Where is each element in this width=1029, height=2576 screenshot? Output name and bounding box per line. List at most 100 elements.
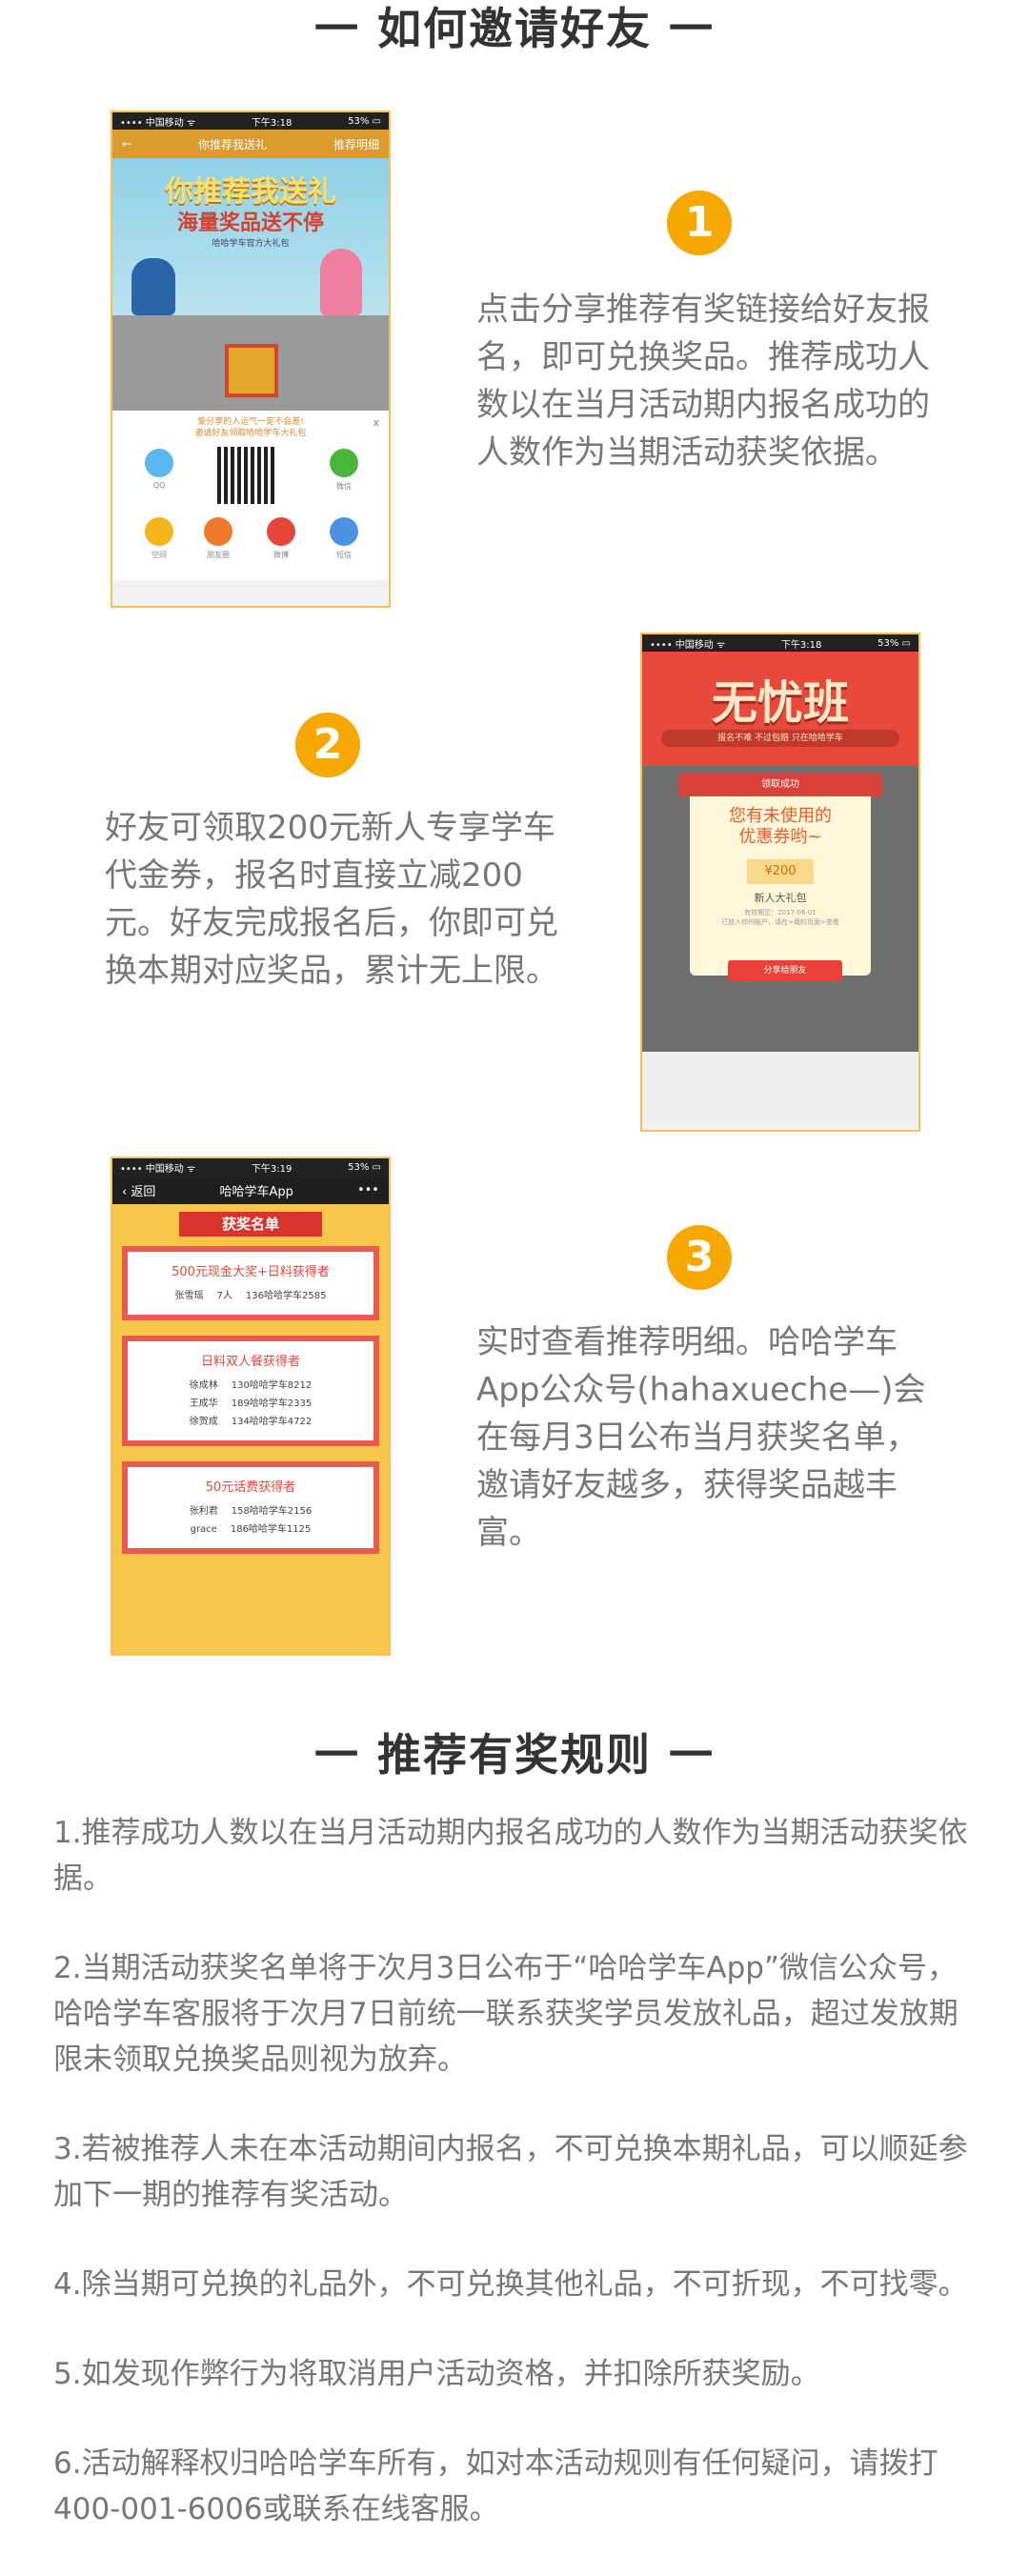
qr-code: [217, 447, 274, 504]
winners-banner: 获奖名单: [179, 1212, 322, 1237]
winner-name: 徐贺成: [189, 1417, 218, 1427]
ribbon-label: 领取成功: [678, 774, 882, 796]
winner-phone: 134哈哈学车4722: [231, 1417, 313, 1427]
screenshot-share-page: •••• 中国移动 ᯤ 下午3:18 53% ▭ ← 你推荐我送礼 推荐明细 你…: [111, 111, 391, 608]
sms-icon[interactable]: [330, 517, 358, 546]
hero-subtitle: 海量奖品送不停: [176, 211, 324, 235]
nav-title: 你推荐我送礼: [198, 137, 268, 151]
status-time: 下午3:18: [780, 639, 822, 651]
tab-bar: [642, 1052, 918, 1123]
winners-card: 日料双人餐获得者 徐成林 130哈哈学车8212 王成华 189哈哈学车2335…: [122, 1336, 379, 1446]
card-title: 500元现金大奖+日料获得者: [172, 1265, 330, 1279]
battery-text: 53% ▭: [878, 637, 911, 649]
rule-item: 1.推荐成功人数以在当月活动期内报名成功的人数作为当期活动获奖依据。: [53, 1816, 968, 1896]
winner-phone: 158哈哈学车2156: [231, 1506, 313, 1517]
moments-label: 朋友圈: [207, 551, 230, 559]
hero-banner: 你推荐我送礼 海量奖品送不停 哈哈学车官方大礼包: [112, 158, 389, 315]
winner-name: grace: [190, 1524, 217, 1535]
step-text-2: 好友可领取200元新人专享学车代金券，报名时直接立减200元。好友完成报名后，你…: [105, 809, 558, 990]
section-title-invite: 一 如何邀请好友 一: [313, 3, 716, 54]
winner-name: 张利君: [189, 1506, 218, 1517]
winner-phone: 136哈哈学车2585: [245, 1291, 327, 1301]
winner-count: 7人: [216, 1291, 232, 1301]
winner-name: 张雪瑶: [174, 1291, 204, 1301]
step-number-3: 3: [667, 1225, 732, 1290]
winners-card: 500元现金大奖+日料获得者 张雪瑶 7人 136哈哈学车2585: [122, 1246, 379, 1320]
wechat-icon[interactable]: [330, 449, 358, 477]
hero-note: 哈哈学车官方大礼包: [212, 239, 290, 249]
rules-list: 1.推荐成功人数以在当月活动期内报名成功的人数作为当期活动获奖依据。 2.当期活…: [53, 1810, 968, 2576]
coupon-modal: 领取成功 您有未使用的 优惠券哟~ ¥200 新人大礼包 有效期至：2017-0…: [678, 774, 882, 981]
rule-item: 4.除当期可兑换的礼品外，不可兑换其他礼品，不可折现，不可找零。: [53, 2267, 968, 2302]
modal-title: 您有未使用的 优惠券哟~: [729, 806, 832, 847]
coupon-value: ¥200: [747, 859, 814, 884]
girl-illustration: [320, 249, 362, 315]
winner-row: 张雪瑶 7人 136哈哈学车2585: [135, 1287, 366, 1305]
modal-overlay: 领取成功 您有未使用的 优惠券哟~ ¥200 新人大礼包 有效期至：2017-0…: [642, 766, 918, 1052]
coupon-note: 有效期至：2017-06-01 已放入你的账户，请在>我的页面>查看: [721, 909, 839, 926]
carrier-text: •••• 中国移动 ᯤ: [120, 1163, 196, 1175]
more-icon[interactable]: •••: [357, 1183, 379, 1197]
nav-bar: ‹ 返回 哈哈学车App •••: [112, 1176, 389, 1204]
package-label: 新人大礼包: [754, 892, 807, 904]
card-title: 日料双人餐获得者: [200, 1355, 300, 1369]
battery-text: 53% ▭: [348, 115, 381, 127]
hero-title: 你推荐我送礼: [165, 175, 336, 209]
rule-item: 3.若被推荐人未在本活动期间内报名，不可兑换本期礼品，可以顺延参加下一期的推荐有…: [53, 2132, 968, 2212]
winner-row: 王成华 189哈哈学车2335: [135, 1395, 366, 1413]
sms-label: 短信: [336, 551, 352, 559]
overlay-area: [112, 315, 389, 411]
winner-row: 徐成林 130哈哈学车8212: [135, 1377, 366, 1395]
winners-card: 50元话费获得者 张利君 158哈哈学车2156 grace 186哈哈学车11…: [122, 1461, 379, 1554]
gift-box-icon: [225, 344, 278, 397]
section-title-rules: 一 推荐有奖规则 一: [313, 1729, 716, 1781]
carrier-text: •••• 中国移动 ᯤ: [120, 117, 196, 129]
card-title: 50元话费获得者: [205, 1480, 296, 1495]
screenshot-winners-page: •••• 中国移动 ᯤ 下午3:19 53% ▭ ‹ 返回 哈哈学车App ••…: [111, 1157, 391, 1656]
status-time: 下午3:18: [251, 117, 293, 129]
hero-banner: 无忧班 报名不难 不过包赔 只在哈哈学车: [642, 652, 918, 766]
weibo-icon[interactable]: [267, 517, 295, 546]
rule-item: 6.活动解释权归哈哈学车所有，如对本活动规则有任何疑问，请拨打400-001-6…: [53, 2446, 938, 2526]
carrier-text: •••• 中国移动 ᯤ: [650, 639, 726, 651]
recommend-detail-link[interactable]: 推荐明细: [333, 136, 379, 152]
hero-title: 无忧班: [711, 676, 849, 730]
status-bar: •••• 中国移动 ᯤ 下午3:18 53% ▭: [112, 112, 389, 130]
qzone-label: 空间: [151, 551, 167, 559]
winners-list: 获奖名单 500元现金大奖+日料获得者 张雪瑶 7人 136哈哈学车2585 日…: [112, 1204, 389, 1654]
status-bar: •••• 中国移动 ᯤ 下午3:18 53% ▭: [642, 634, 918, 652]
winner-row: 徐贺成 134哈哈学车4722: [135, 1413, 366, 1431]
step-number-1: 1: [667, 191, 732, 255]
qq-icon[interactable]: [145, 449, 173, 477]
screenshot-coupon-page: •••• 中国移动 ᯤ 下午3:18 53% ▭ 无忧班 报名不难 不过包赔 只…: [640, 633, 920, 1132]
winner-phone: 189哈哈学车2335: [231, 1399, 313, 1409]
wechat-label: 微信: [336, 482, 352, 491]
moments-icon[interactable]: [204, 517, 232, 546]
close-icon[interactable]: x: [373, 416, 379, 429]
winner-name: 徐成林: [189, 1380, 218, 1391]
back-arrow-icon[interactable]: ←: [122, 137, 131, 151]
step-text-1: 点击分享推荐有奖链接给好友报名，即可兑换奖品。推荐成功人数以在当月活动期内报名成…: [476, 291, 930, 472]
rule-item: 5.如发现作弊行为将取消用户活动资格，并扣除所获奖励。: [53, 2357, 820, 2391]
share-friend-button[interactable]: 分享给朋友: [728, 960, 842, 981]
winner-row: grace 186哈哈学车1125: [135, 1520, 366, 1539]
qq-label: QQ: [152, 481, 166, 490]
status-time: 下午3:19: [251, 1163, 293, 1175]
step-number-2: 2: [295, 713, 360, 777]
boy-illustration: [131, 258, 175, 315]
back-button[interactable]: ‹ 返回: [122, 1181, 155, 1199]
rule-item: 2.当期活动获奖名单将于次月3日公布于“哈哈学车App”微信公众号，哈哈学车客服…: [53, 1951, 958, 2077]
winner-phone: 130哈哈学车8212: [231, 1380, 313, 1391]
winner-row: 张利君 158哈哈学车2156: [135, 1502, 366, 1520]
share-sheet: 爱分享的人运气一定不会差! 邀请好友领取哈哈学车大礼包 x QQ 微信 空间 朋…: [112, 411, 389, 580]
winner-name: 王成华: [189, 1399, 218, 1409]
hero-band: 报名不难 不过包赔 只在哈哈学车: [661, 730, 899, 747]
winner-phone: 186哈哈学车1125: [230, 1524, 312, 1535]
qzone-icon[interactable]: [145, 517, 173, 546]
nav-bar: ← 你推荐我送礼 推荐明细: [112, 130, 389, 158]
share-text: 爱分享的人运气一定不会差! 邀请好友领取哈哈学车大礼包: [194, 417, 307, 438]
battery-text: 53% ▭: [348, 1161, 381, 1173]
weibo-label: 微博: [273, 551, 289, 559]
nav-title: 哈哈学车App: [219, 1184, 293, 1199]
status-bar: •••• 中国移动 ᯤ 下午3:19 53% ▭: [112, 1158, 389, 1176]
